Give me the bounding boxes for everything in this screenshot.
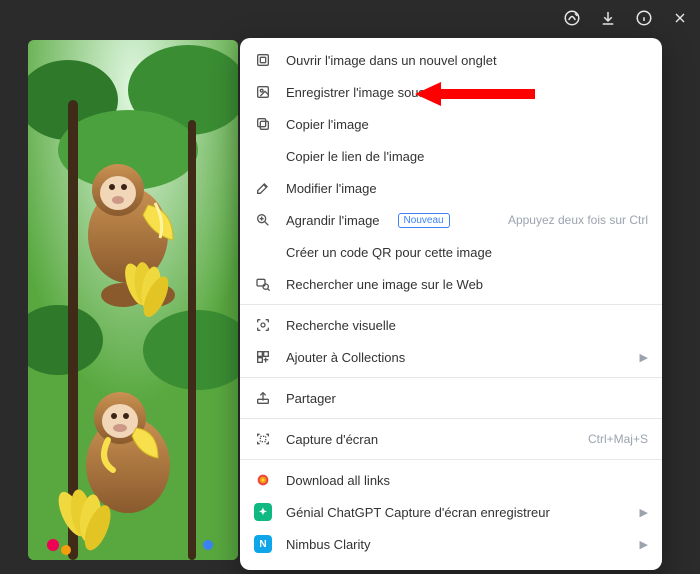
menu-modify-image[interactable]: Modifier l'image [240, 172, 662, 204]
menu-copy-image[interactable]: Copier l'image [240, 108, 662, 140]
zoom-in-icon [254, 211, 272, 229]
menu-search-web[interactable]: Rechercher une image sur le Web [240, 268, 662, 300]
screenshot-icon [254, 430, 272, 448]
download-icon[interactable] [598, 8, 618, 28]
chevron-right-icon: ▶ [640, 351, 648, 364]
menu-add-to-collections[interactable]: Ajouter à Collections ▶ [240, 341, 662, 373]
menu-label: Ouvrir l'image dans un nouvel onglet [286, 53, 648, 68]
chevron-right-icon: ▶ [640, 538, 648, 551]
menu-ext-nimbus-screenshot[interactable]: Nimbus Screenshot ▶ [240, 560, 662, 570]
chevron-right-icon: ▶ [640, 506, 648, 519]
viewer-toolbar [562, 8, 690, 28]
menu-visual-search[interactable]: Recherche visuelle [240, 309, 662, 341]
divider [240, 304, 662, 305]
menu-label: Modifier l'image [286, 181, 648, 196]
menu-label: Nimbus Screenshot [286, 569, 626, 571]
menu-ext-nimbus-clarity[interactable]: N Nimbus Clarity ▶ [240, 528, 662, 560]
edit-icon[interactable] [562, 8, 582, 28]
edit-image-icon [254, 179, 272, 197]
new-badge: Nouveau [398, 213, 450, 228]
menu-label: Recherche visuelle [286, 318, 648, 333]
search-image-icon [254, 275, 272, 293]
open-new-tab-icon [254, 51, 272, 69]
save-icon [254, 83, 272, 101]
copy-icon [254, 115, 272, 133]
menu-label: Génial ChatGPT Capture d'écran enregistr… [286, 505, 626, 520]
viewed-image[interactable] [28, 40, 238, 560]
context-menu: Ouvrir l'image dans un nouvel onglet Enr… [240, 38, 662, 570]
chevron-right-icon: ▶ [640, 570, 648, 571]
share-icon [254, 389, 272, 407]
close-icon[interactable] [670, 8, 690, 28]
menu-label: Partager [286, 391, 648, 406]
menu-save-image-as[interactable]: Enregistrer l'image sous [240, 76, 662, 108]
divider [240, 377, 662, 378]
menu-open-new-tab[interactable]: Ouvrir l'image dans un nouvel onglet [240, 44, 662, 76]
menu-label: Enregistrer l'image sous [286, 85, 648, 100]
menu-label: Ajouter à Collections [286, 350, 626, 365]
menu-label: Agrandir l'image [286, 213, 380, 228]
menu-create-qr[interactable]: Créer un code QR pour cette image [240, 236, 662, 268]
menu-share[interactable]: Partager [240, 382, 662, 414]
menu-label: Rechercher une image sur le Web [286, 277, 648, 292]
menu-label: Capture d'écran [286, 432, 574, 447]
menu-ext-download-all-links[interactable]: Download all links [240, 464, 662, 496]
menu-screenshot[interactable]: Capture d'écran Ctrl+Maj+S [240, 423, 662, 455]
download-links-icon [254, 471, 272, 489]
menu-label: Créer un code QR pour cette image [286, 245, 648, 260]
menu-label: Copier l'image [286, 117, 648, 132]
nimbus-screenshot-icon [254, 567, 272, 570]
shortcut-hint: Appuyez deux fois sur Ctrl [508, 213, 648, 227]
collections-icon [254, 348, 272, 366]
divider [240, 459, 662, 460]
menu-label: Copier le lien de l'image [286, 149, 648, 164]
menu-label: Nimbus Clarity [286, 537, 626, 552]
visual-search-icon [254, 316, 272, 334]
menu-ext-chatgpt-capture[interactable]: ✦ Génial ChatGPT Capture d'écran enregis… [240, 496, 662, 528]
image-viewer: Ouvrir l'image dans un nouvel onglet Enr… [0, 0, 700, 574]
menu-enlarge-image[interactable]: Agrandir l'image Nouveau Appuyez deux fo… [240, 204, 662, 236]
menu-copy-image-link[interactable]: Copier le lien de l'image [240, 140, 662, 172]
shortcut-hint: Ctrl+Maj+S [588, 432, 648, 446]
menu-label: Download all links [286, 473, 648, 488]
info-icon[interactable] [634, 8, 654, 28]
chatgpt-capture-icon: ✦ [254, 503, 272, 521]
nimbus-clarity-icon: N [254, 535, 272, 553]
divider [240, 418, 662, 419]
